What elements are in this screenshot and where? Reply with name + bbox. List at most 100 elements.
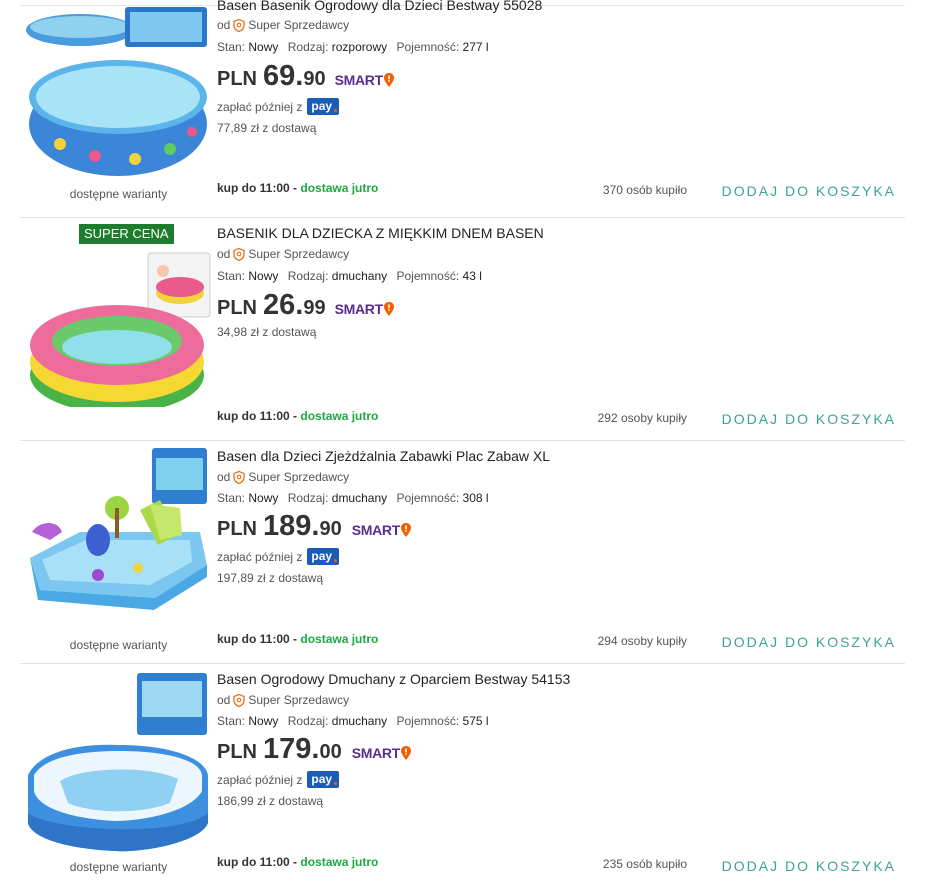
price-currency: PLN (217, 297, 257, 319)
price-integer: 69. (263, 60, 304, 92)
seller-line: od Super Sprzedawcy (217, 247, 349, 261)
pay-logo: pay (307, 98, 340, 115)
product-params: Stan: Nowy Rodzaj: dmuchany Pojemność: 5… (217, 714, 495, 728)
pay-logo: pay (307, 548, 340, 565)
smart-badge: SMART (352, 522, 411, 538)
add-to-cart-button[interactable]: DODAJ DO KOSZYKA (722, 411, 896, 427)
product-item: dostępne warianty Basen dla Dzieci Zjeżd… (20, 440, 905, 664)
product-item: dostępne warianty Basen Ogrodowy Dmuchan… (20, 663, 905, 886)
variants-label[interactable]: dostępne warianty (20, 187, 217, 201)
seller-name: Super Sprzedawcy (248, 18, 350, 32)
param-pojemnosc: Pojemność: 43 l (396, 269, 482, 283)
price-integer: 179. (263, 733, 320, 765)
super-cena-badge: SUPER CENA (79, 224, 174, 244)
product-title[interactable]: Basen dla Dzieci Zjeżdżalnia Zabawki Pla… (217, 448, 550, 464)
price-with-delivery: 186,99 zł z dostawą (217, 794, 324, 808)
pay-later: zapłać później z pay (217, 98, 340, 115)
param-pojemnosc: Pojemność: 308 l (396, 491, 489, 505)
price-decimal: 90 (303, 68, 326, 90)
super-seller-shield-icon (233, 247, 245, 261)
param-rodzaj: Rodzaj: dmuchany (287, 269, 388, 283)
seller-prefix: od (217, 693, 231, 707)
pay-later: zapłać później z pay (217, 771, 340, 788)
seller-line: od Super Sprzedawcy (217, 470, 349, 484)
price-with-delivery: 34,98 zł z dostawą (217, 325, 317, 339)
delivery-info: kup do 11:00 - dostawa jutro (217, 181, 379, 195)
product-title[interactable]: Basen Ogrodowy Dmuchany z Oparciem Bestw… (217, 671, 570, 687)
super-seller-shield-icon (233, 18, 245, 32)
price: PLN 26. 99 SMART (217, 289, 394, 322)
price-currency: PLN (217, 518, 257, 540)
smart-badge: SMART (335, 72, 394, 88)
add-to-cart-button[interactable]: DODAJ DO KOSZYKA (722, 634, 896, 650)
param-pojemnosc: Pojemność: 277 l (396, 40, 489, 54)
price-currency: PLN (217, 68, 257, 90)
pay-logo: pay (307, 771, 340, 788)
price-decimal: 90 (319, 518, 342, 540)
price-integer: 26. (263, 289, 304, 321)
pay-later-text: zapłać później z (217, 99, 303, 114)
delivery-info: kup do 11:00 - dostawa jutro (217, 409, 379, 423)
super-seller-shield-icon (233, 693, 245, 707)
price-currency: PLN (217, 741, 257, 763)
add-to-cart-button[interactable]: DODAJ DO KOSZYKA (722, 858, 896, 874)
smart-pin-icon (400, 523, 411, 537)
bought-count: 292 osoby kupiły (597, 411, 687, 425)
product-params: Stan: Nowy Rodzaj: dmuchany Pojemność: 4… (217, 269, 488, 283)
seller-name: Super Sprzedawcy (248, 247, 350, 261)
product-image[interactable] (20, 440, 217, 630)
pay-later-text: zapłać później z (217, 549, 303, 564)
product-title[interactable]: Basen Basenik Ogrodowy dla Dzieci Bestwa… (217, 0, 542, 13)
product-info: Basen Ogrodowy Dmuchany z Oparciem Bestw… (217, 663, 905, 885)
price-with-delivery: 77,89 zł z dostawą (217, 121, 317, 135)
product-info: Basen dla Dzieci Zjeżdżalnia Zabawki Pla… (217, 440, 905, 662)
product-params: Stan: Nowy Rodzaj: dmuchany Pojemność: 3… (217, 491, 495, 505)
add-to-cart-button[interactable]: DODAJ DO KOSZYKA (722, 183, 896, 199)
bought-count: 370 osób kupiło (602, 183, 687, 197)
price-decimal: 00 (319, 741, 342, 763)
seller-line: od Super Sprzedawcy (217, 18, 349, 32)
variants-label[interactable]: dostępne warianty (20, 638, 217, 652)
product-item: dostępne warianty Basen Basenik Ogrodowy… (20, 0, 905, 218)
seller-name: Super Sprzedawcy (248, 693, 350, 707)
seller-name: Super Sprzedawcy (248, 470, 350, 484)
param-rodzaj: Rodzaj: dmuchany (287, 714, 388, 728)
smart-badge: SMART (352, 745, 411, 761)
price-integer: 189. (263, 510, 320, 542)
price-with-delivery: 197,89 zł z dostawą (217, 571, 324, 585)
seller-prefix: od (217, 18, 231, 32)
pay-later-text: zapłać później z (217, 772, 303, 787)
param-stan: Stan: Nowy (217, 269, 279, 283)
smart-pin-icon (400, 746, 411, 760)
param-rodzaj: Rodzaj: dmuchany (287, 491, 388, 505)
param-stan: Stan: Nowy (217, 714, 279, 728)
smart-badge: SMART (335, 301, 394, 317)
param-rodzaj: Rodzaj: rozporowy (287, 40, 388, 54)
product-info: Basen Basenik Ogrodowy dla Dzieci Bestwa… (217, 0, 905, 216)
price-decimal: 99 (303, 297, 326, 319)
product-title[interactable]: BASENIK DLA DZIECKA Z MIĘKKIM DNEM BASEN (217, 225, 544, 241)
product-params: Stan: Nowy Rodzaj: rozporowy Pojemność: … (217, 40, 495, 54)
product-image[interactable] (20, 663, 217, 853)
smart-pin-icon (383, 302, 394, 316)
super-seller-shield-icon (233, 470, 245, 484)
price: PLN 179. 00 SMART (217, 733, 411, 766)
product-info: BASENIK DLA DZIECKA Z MIĘKKIM DNEM BASEN… (217, 217, 905, 439)
smart-pin-icon (383, 73, 394, 87)
price: PLN 189. 90 SMART (217, 510, 411, 543)
product-image[interactable] (20, 0, 217, 184)
seller-prefix: od (217, 247, 231, 261)
seller-prefix: od (217, 470, 231, 484)
seller-line: od Super Sprzedawcy (217, 693, 349, 707)
bought-count: 235 osób kupiło (602, 857, 687, 871)
product-item: SUPER CENA BASENIK DLA DZIECKA Z MIĘKKIM… (20, 217, 905, 441)
delivery-info: kup do 11:00 - dostawa jutro (217, 632, 379, 646)
param-stan: Stan: Nowy (217, 40, 279, 54)
param-stan: Stan: Nowy (217, 491, 279, 505)
variants-label[interactable]: dostępne warianty (20, 860, 217, 874)
param-pojemnosc: Pojemność: 575 l (396, 714, 489, 728)
bought-count: 294 osoby kupiły (597, 634, 687, 648)
product-image[interactable] (20, 217, 217, 407)
price: PLN 69. 90 SMART (217, 60, 394, 93)
pay-later: zapłać później z pay (217, 548, 340, 565)
